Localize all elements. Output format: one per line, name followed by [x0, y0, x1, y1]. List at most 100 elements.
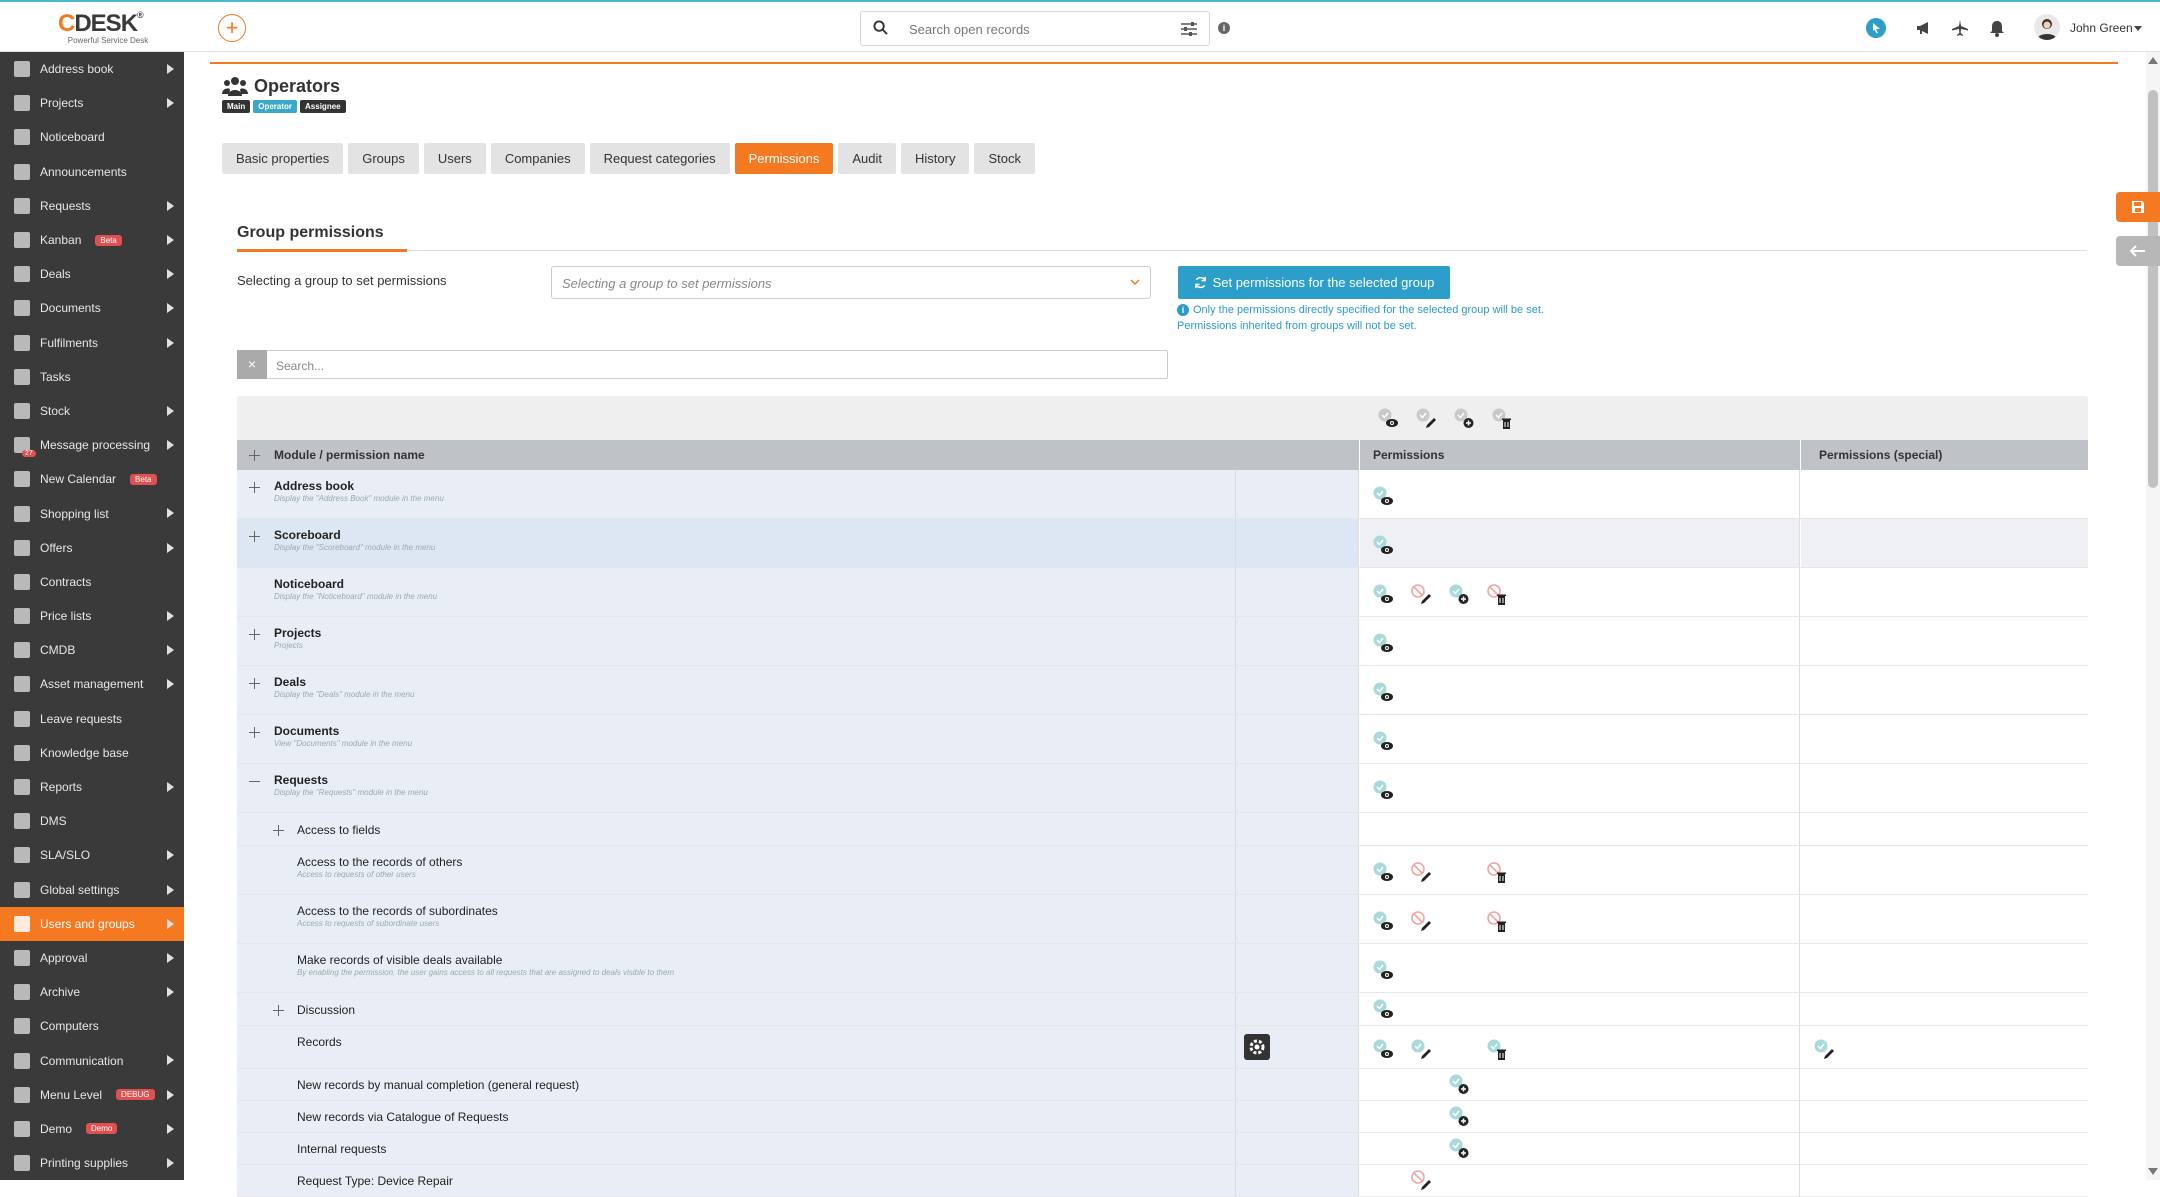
caret-right-icon[interactable] [167, 64, 174, 74]
scroll-down-icon[interactable] [2148, 1168, 2158, 1176]
expand-toggle[interactable] [273, 825, 284, 836]
caret-right-icon[interactable] [167, 337, 174, 348]
sidebar-item-message-processing[interactable]: Message processing 27 [0, 428, 184, 462]
plus-permission-icon[interactable] [1448, 1073, 1472, 1097]
denied-trash-permission-icon[interactable] [1486, 910, 1510, 934]
tab-users[interactable]: Users [423, 143, 486, 174]
chevron-down-icon[interactable] [2134, 26, 2142, 32]
sidebar-item-deals[interactable]: Deals [0, 257, 184, 291]
denied-trash-permission-icon[interactable] [1486, 861, 1510, 885]
group-select[interactable]: Selecting a group to set permissions [551, 266, 1151, 299]
sidebar-item-asset-management[interactable]: Asset management [0, 667, 184, 701]
info-icon[interactable]: i [1218, 22, 1230, 34]
sidebar-item-demo[interactable]: Demo Demo [0, 1112, 184, 1146]
collapse-toggle[interactable] [249, 776, 260, 787]
plus-permission-icon[interactable] [1448, 1105, 1472, 1129]
tab-history[interactable]: History [901, 143, 970, 174]
expand-toggle[interactable] [249, 629, 260, 640]
sidebar-item-sla-slo[interactable]: SLA/SLO [0, 838, 184, 872]
cdesk-logo[interactable]: CDESK® Powerful Service Desk [58, 10, 158, 45]
settings-gear-icon[interactable] [1244, 1034, 1270, 1060]
sidebar-item-cmdb[interactable]: CMDB [0, 633, 184, 667]
caret-right-icon[interactable] [167, 542, 174, 553]
add-new-button[interactable]: + [218, 14, 246, 42]
caret-right-icon[interactable] [167, 645, 174, 656]
sidebar-item-reports[interactable]: Reports [0, 770, 184, 804]
tab-basic-properties[interactable]: Basic properties [222, 143, 344, 174]
caret-right-icon[interactable] [167, 98, 174, 109]
eye-permission-icon[interactable] [1372, 681, 1396, 705]
sidebar-item-menu-level[interactable]: Menu Level DEBUG [0, 1078, 184, 1112]
filter-sliders-icon[interactable] [1181, 22, 1197, 36]
caret-right-icon[interactable] [167, 952, 174, 963]
caret-right-icon[interactable] [167, 850, 174, 861]
eye-permission-icon[interactable] [1372, 779, 1396, 803]
caret-right-icon[interactable] [167, 1123, 174, 1134]
tab-request-categories[interactable]: Request categories [589, 143, 730, 174]
eye-permission-icon[interactable] [1372, 998, 1396, 1022]
global-search[interactable]: Search open records [860, 11, 1210, 46]
eye-permission-icon[interactable] [1372, 632, 1396, 656]
plane-icon[interactable] [1950, 18, 1970, 38]
expand-toggle[interactable] [249, 531, 260, 542]
caret-right-icon[interactable] [167, 1158, 174, 1168]
eye-permission-icon[interactable] [1372, 485, 1396, 509]
tab-stock[interactable]: Stock [974, 143, 1035, 174]
sidebar-item-projects[interactable]: Projects [0, 86, 184, 120]
bulk-view-icon[interactable] [1377, 407, 1401, 431]
clear-search-button[interactable]: × [237, 350, 267, 379]
caret-right-icon[interactable] [167, 508, 174, 519]
sidebar-item-archive[interactable]: Archive [0, 975, 184, 1009]
caret-right-icon[interactable] [167, 1055, 174, 1066]
user-avatar[interactable] [2034, 14, 2060, 40]
sidebar-item-communication[interactable]: Communication [0, 1043, 184, 1077]
back-button[interactable] [2116, 236, 2160, 266]
bulk-edit-icon[interactable] [1415, 407, 1439, 431]
plus-permission-icon[interactable] [1448, 1137, 1472, 1161]
sidebar-item-price-lists[interactable]: Price lists [0, 599, 184, 633]
sidebar-item-dms[interactable]: DMS [0, 804, 184, 838]
sidebar-item-requests[interactable]: Requests [0, 189, 184, 223]
caret-right-icon[interactable] [167, 234, 174, 245]
eye-permission-icon[interactable] [1372, 861, 1396, 885]
expand-all-toggle[interactable] [249, 450, 260, 461]
trash-permission-icon[interactable] [1486, 1038, 1510, 1062]
pencil-permission-icon[interactable] [1410, 1038, 1434, 1062]
bell-icon[interactable] [1987, 18, 2007, 38]
permissions-search[interactable]: × Search... [237, 350, 1168, 379]
tab-audit[interactable]: Audit [838, 143, 897, 174]
caret-right-icon[interactable] [167, 269, 174, 280]
tab-companies[interactable]: Companies [490, 143, 585, 174]
caret-right-icon[interactable] [167, 1089, 174, 1100]
megaphone-icon[interactable] [1914, 18, 1934, 38]
sidebar-item-stock[interactable]: Stock [0, 394, 184, 428]
expand-toggle[interactable] [249, 482, 260, 493]
sidebar-item-contracts[interactable]: Contracts [0, 565, 184, 599]
caret-right-icon[interactable] [167, 303, 174, 314]
bulk-delete-icon[interactable] [1491, 407, 1515, 431]
caret-right-icon[interactable] [167, 987, 174, 998]
caret-right-icon[interactable] [167, 918, 174, 929]
expand-toggle[interactable] [273, 1005, 284, 1016]
scrollbar-thumb[interactable] [2148, 90, 2158, 488]
plus-permission-icon[interactable] [1448, 583, 1472, 607]
denied-trash-permission-icon[interactable] [1486, 583, 1510, 607]
tab-groups[interactable]: Groups [348, 143, 419, 174]
sidebar-item-tasks[interactable]: Tasks [0, 360, 184, 394]
set-permissions-button[interactable]: Set permissions for the selected group [1178, 266, 1450, 299]
caret-right-icon[interactable] [167, 781, 174, 792]
pointer-badge-icon[interactable] [1866, 18, 1886, 38]
sidebar-item-printing-supplies[interactable]: Printing supplies [0, 1146, 184, 1180]
eye-permission-icon[interactable] [1372, 534, 1396, 558]
sidebar-item-approval[interactable]: Approval [0, 941, 184, 975]
denied-pencil-permission-icon[interactable] [1410, 910, 1434, 934]
save-button[interactable] [2116, 192, 2160, 222]
caret-right-icon[interactable] [167, 440, 174, 451]
sidebar-item-offers[interactable]: Offers [0, 531, 184, 565]
sidebar-item-global-settings[interactable]: Global settings [0, 873, 184, 907]
sidebar-item-users-and-groups[interactable]: Users and groups [0, 906, 184, 941]
sidebar-item-shopping-list[interactable]: Shopping list [0, 496, 184, 530]
eye-permission-icon[interactable] [1372, 583, 1396, 607]
sidebar-item-computers[interactable]: Computers [0, 1009, 184, 1043]
caret-right-icon[interactable] [167, 405, 174, 416]
